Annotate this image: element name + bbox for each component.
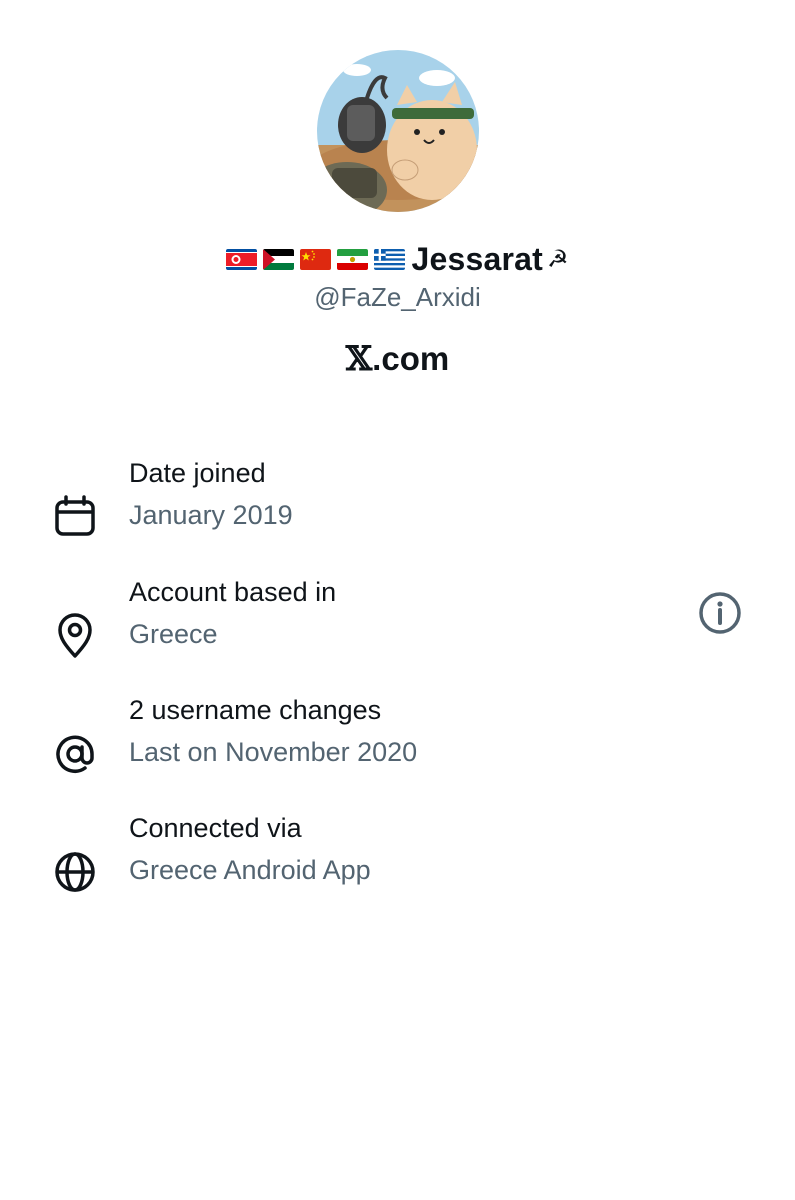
iran-flag bbox=[337, 248, 369, 270]
x-logo-icon: 𝕏 bbox=[345, 339, 373, 379]
cartoon-cat-avatar bbox=[317, 50, 479, 212]
detail-date-joined: Date joined January 2019 bbox=[0, 456, 795, 556]
at-sign-icon bbox=[56, 735, 94, 773]
greece-flag bbox=[374, 248, 406, 270]
detail-subtitle: January 2019 bbox=[129, 500, 293, 530]
detail-username-changes: 2 username changes Last on November 2020 bbox=[0, 693, 795, 793]
display-name-row: Jessarat ☭ bbox=[0, 237, 795, 281]
detail-title: 2 username changes bbox=[129, 695, 382, 725]
palestine-flag bbox=[263, 248, 295, 270]
detail-subtitle: Greece bbox=[129, 619, 218, 649]
north-korea-flag bbox=[226, 248, 258, 270]
detail-connected-via: Connected via Greece Android App bbox=[0, 811, 795, 911]
detail-account-based-in: Account based in Greece bbox=[0, 575, 795, 675]
x-com-brand: 𝕏 .com bbox=[0, 340, 795, 378]
hammer-sickle-symbol: ☭ bbox=[546, 245, 569, 273]
profile-avatar[interactable] bbox=[317, 50, 479, 212]
china-flag bbox=[300, 248, 332, 270]
detail-title: Connected via bbox=[129, 813, 302, 843]
detail-title: Date joined bbox=[129, 458, 266, 488]
detail-subtitle: Last on November 2020 bbox=[129, 737, 418, 767]
detail-title: Account based in bbox=[129, 577, 337, 607]
location-pin-icon bbox=[58, 613, 92, 658]
display-name: Jessarat bbox=[411, 240, 543, 277]
calendar-icon bbox=[55, 495, 95, 536]
detail-subtitle: Greece Android App bbox=[129, 855, 371, 885]
username-handle: @FaZe_Arxidi bbox=[314, 282, 481, 312]
brand-domain: .com bbox=[372, 340, 450, 377]
globe-icon bbox=[55, 852, 95, 892]
info-icon[interactable] bbox=[697, 590, 743, 636]
